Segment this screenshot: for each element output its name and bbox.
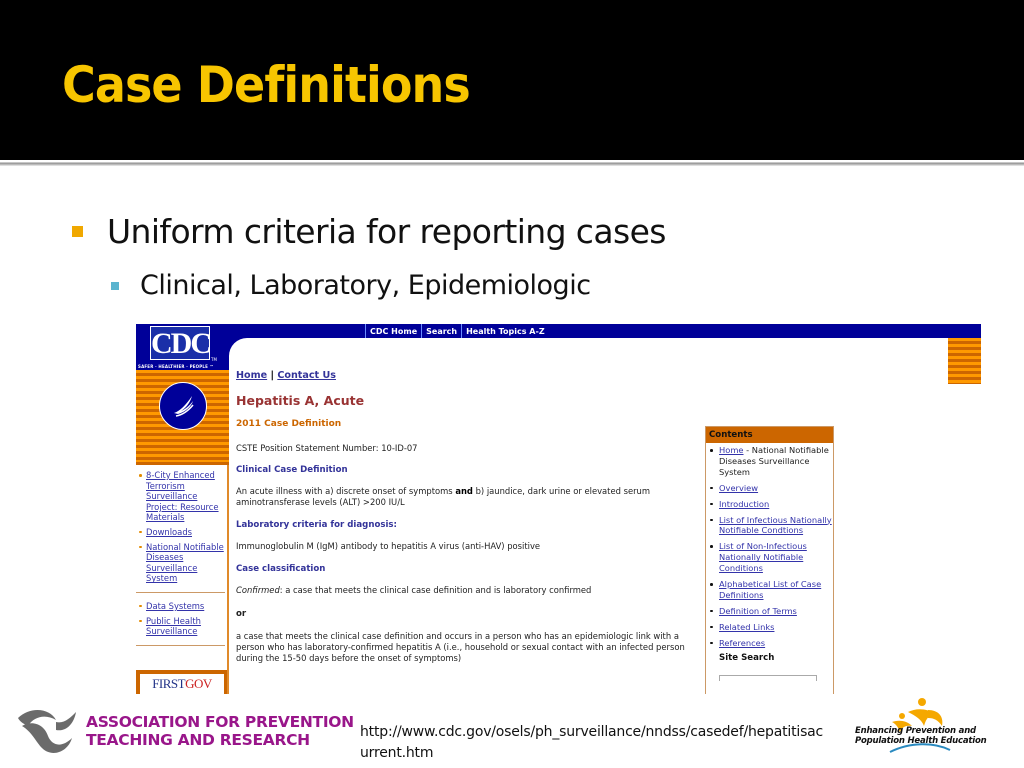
cdc-left-column: CDC TM SAFER · HEALTHIER · PEOPLE ™ 8-Ci… [136, 324, 229, 694]
left-nav-link[interactable]: Public Health Surveillance [146, 616, 201, 637]
bullet-level-1: Uniform criteria for reporting cases [72, 212, 666, 251]
left-nav-link[interactable]: Downloads [146, 527, 192, 537]
eagle-icon [174, 396, 194, 417]
left-nav-link[interactable]: 8-City Enhanced Terrorism Surveillance P… [146, 470, 219, 522]
clinical-text-bold: and [455, 486, 473, 496]
lab-text: Immunoglobulin M (IgM) antibody to hepat… [236, 541, 541, 551]
breadcrumb-separator: | [270, 370, 274, 381]
left-nav-link[interactable]: National Notifiable Diseases Surveillanc… [146, 542, 224, 584]
nav-search[interactable]: Search [421, 324, 461, 338]
contents-link[interactable]: List of Non-Infectious Nationally Notifi… [719, 541, 807, 573]
or-separator: or [236, 609, 247, 619]
confirmed-label: Confirmed [236, 585, 280, 595]
cste-statement: CSTE Position Statement Number: 10-ID-07 [236, 443, 418, 453]
firstgov-logo: FIRSTGOV [140, 674, 224, 694]
header-curve [229, 338, 249, 358]
aptr-name: ASSOCIATION FOR PREVENTION TEACHING AND … [86, 713, 354, 749]
source-url: http://www.cdc.gov/osels/ph_surveillance… [360, 724, 824, 761]
aptr-line-2: TEACHING AND RESEARCH [86, 731, 310, 749]
confirmed-body: : a case that meets the clinical case de… [279, 585, 592, 595]
contents-item: Alphabetical List of Case Definitions [709, 579, 833, 601]
ephe-line-1: Enhancing Prevention and [855, 726, 976, 736]
contents-link[interactable]: Related Links [719, 622, 774, 632]
contents-link[interactable]: Introduction [719, 499, 769, 509]
cdc-main-content: Home | Contact Us Hepatitis A, Acute 201… [236, 370, 706, 664]
page-subheading: 2011 Case Definition [236, 419, 342, 429]
section-title-classification: Case classification [236, 564, 326, 574]
breadcrumb-home[interactable]: Home [236, 370, 267, 381]
ephe-logo: Enhancing Prevention and Population Heal… [850, 696, 990, 756]
cdc-logo-tm: TM [211, 357, 217, 362]
contents-link[interactable]: Overview [719, 483, 758, 493]
cdc-left-nav: 8-City Enhanced Terrorism Surveillance P… [136, 465, 229, 694]
breadcrumb-contact[interactable]: Contact Us [277, 370, 336, 381]
firstgov-banner[interactable]: FIRSTGOV [136, 670, 227, 694]
page-heading: Hepatitis A, Acute [236, 393, 365, 408]
contents-item: Definition of Terms [709, 606, 833, 617]
title-divider [0, 160, 1024, 166]
contents-box: Contents Home - National Notifiable Dise… [705, 426, 834, 694]
title-band: Case Definitions [0, 0, 1024, 160]
aptr-swirl-icon [18, 709, 76, 753]
left-nav-item: National Notifiable Diseases Surveillanc… [139, 542, 227, 584]
hhs-seal-icon [159, 382, 207, 430]
cdc-top-bar [136, 324, 981, 338]
section-title-lab: Laboratory criteria for diagnosis: [236, 520, 397, 530]
site-search-label: Site Search [719, 652, 775, 663]
contents-item: Introduction [709, 499, 833, 510]
aptr-line-1: ASSOCIATION FOR PREVENTION [86, 713, 354, 731]
contents-item: List of Infectious Nationally Notifiable… [709, 515, 833, 537]
slide-title: Case Definitions [62, 56, 471, 114]
firstgov-gov: GOV [185, 676, 212, 691]
contents-item: References [709, 638, 833, 649]
left-nav-item: Public Health Surveillance [139, 616, 227, 637]
cdc-top-nav: CDC Home Search Health Topics A-Z [365, 324, 549, 338]
contents-link[interactable]: List of Infectious Nationally Notifiable… [719, 515, 832, 536]
contents-link[interactable]: Definition of Terms [719, 606, 797, 616]
contents-item: Related Links [709, 622, 833, 633]
contents-title: Contents [706, 427, 833, 443]
contents-item: Overview [709, 483, 833, 494]
contents-item: Home - National Notifiable Diseases Surv… [709, 445, 833, 478]
contents-link-home[interactable]: Home [719, 445, 744, 455]
left-nav-item: Data Systems [139, 601, 227, 612]
bullet-text: Uniform criteria for reporting cases [107, 212, 666, 251]
left-nav-divider [136, 591, 225, 593]
bullet-marker [72, 226, 83, 237]
contents-link[interactable]: References [719, 638, 765, 648]
ephe-name: Enhancing Prevention and Population Heal… [855, 726, 987, 746]
contents-link[interactable]: Alphabetical List of Case Definitions [719, 579, 821, 600]
cdc-page-screenshot: CDC Home Search Health Topics A-Z CDC TM… [136, 324, 981, 694]
bullet-level-2: Clinical, Laboratory, Epidemiologic [111, 270, 591, 301]
cdc-logo[interactable]: CDC TM [136, 324, 229, 364]
ephe-line-2: Population Health Education [855, 736, 987, 746]
left-nav-link[interactable]: Data Systems [146, 601, 204, 611]
clinical-text: An acute illness with a) discrete onset … [236, 486, 706, 508]
site-search-input[interactable] [719, 674, 817, 681]
contents-item: List of Non-Infectious Nationally Notifi… [709, 541, 833, 574]
decorative-stripes [948, 338, 981, 384]
aptr-logo: ASSOCIATION FOR PREVENTION TEACHING AND … [16, 706, 354, 756]
left-nav-divider [136, 644, 225, 646]
section-title-clinical: Clinical Case Definition [236, 465, 348, 475]
left-nav-item: 8-City Enhanced Terrorism Surveillance P… [139, 470, 227, 523]
clinical-text-part: An acute illness with a) discrete onset … [236, 486, 456, 496]
nav-cdc-home[interactable]: CDC Home [365, 324, 421, 338]
confirmed-text: Confirmed: a case that meets the clinica… [236, 585, 706, 596]
breadcrumb: Home | Contact Us [236, 370, 706, 381]
epi-link-text: a case that meets the clinical case defi… [236, 631, 685, 663]
cdc-logo-text: CDC [150, 326, 212, 360]
bullet-marker [111, 281, 119, 290]
nav-health-topics[interactable]: Health Topics A-Z [461, 324, 549, 338]
bullet-text: Clinical, Laboratory, Epidemiologic [140, 270, 591, 301]
left-nav-item: Downloads [139, 527, 227, 538]
firstgov-first: FIRST [152, 676, 186, 691]
